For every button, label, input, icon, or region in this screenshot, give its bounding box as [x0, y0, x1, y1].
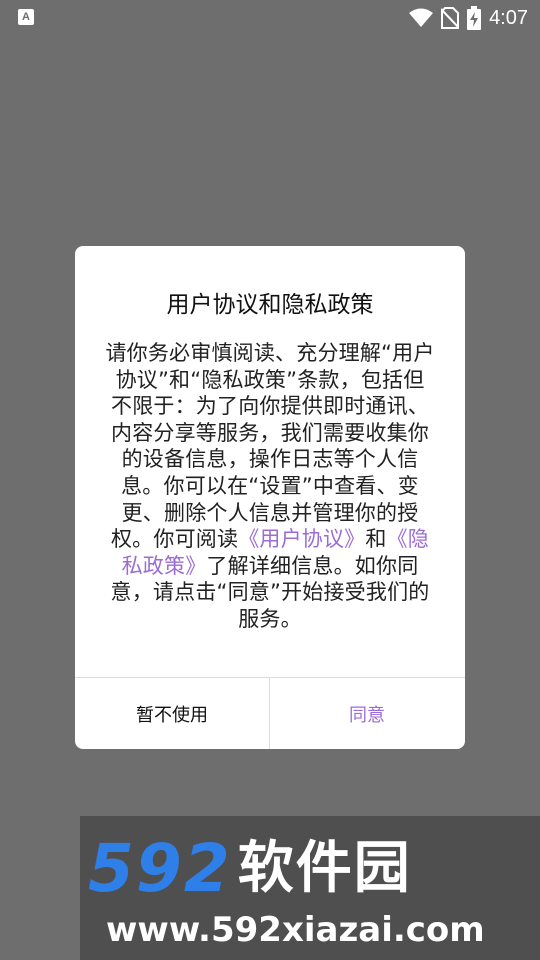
- decline-button[interactable]: 暂不使用: [75, 678, 269, 749]
- watermark-logo-name: 软件园: [237, 836, 412, 901]
- battery-charging-icon: [467, 6, 482, 30]
- user-agreement-link[interactable]: 《用户协议》: [238, 527, 365, 551]
- body-text-and: 和: [365, 527, 387, 552]
- privacy-dialog: 用户协议和隐私政策 请你务必审慎阅读、充分理解“用户协议”和“隐私政策”条款，包…: [75, 246, 465, 749]
- watermark-logo-number: 592: [88, 830, 232, 907]
- app-notification-letter: A: [22, 11, 30, 23]
- status-time: 4:07: [489, 6, 528, 29]
- watermark-logo: 592 软件园: [88, 834, 538, 904]
- body-text-before: 请你务必审慎阅读、充分理解“用户协议”和“隐私政策”条款，包括但不限于：为了向你…: [105, 341, 435, 552]
- watermark-url: www.592xiazai.com: [106, 910, 485, 950]
- watermark: 592 软件园 www.592xiazai.com: [80, 816, 540, 960]
- app-notification-icon: A: [18, 9, 34, 25]
- wifi-icon: [409, 8, 434, 27]
- no-sim-icon: [441, 7, 460, 29]
- dialog-body: 请你务必审慎阅读、充分理解“用户协议”和“隐私政策”条款，包括但不限于：为了向你…: [105, 340, 435, 633]
- status-bar: A 4:07: [0, 0, 540, 36]
- status-icons: 4:07: [409, 0, 528, 36]
- agree-button[interactable]: 同意: [270, 678, 464, 749]
